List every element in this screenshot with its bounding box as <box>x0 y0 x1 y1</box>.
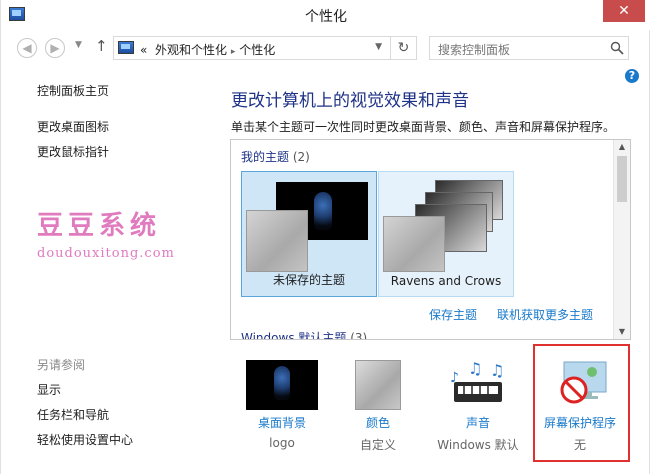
svg-text:♫: ♫ <box>468 360 482 378</box>
personalization-window: 个性化 ✕ ◀ ▶ ▼ ↑ « 外观和个性化 ▸ 个性化 ▼ ↻ 搜索控制面板 <box>0 0 650 474</box>
theme-ravens-and-crows[interactable]: Ravens and Crows <box>378 171 514 297</box>
skull-wallpaper-icon <box>274 366 290 400</box>
default-themes-count: (3) <box>350 331 368 340</box>
my-themes-heading: 我的主题 (2) <box>241 148 310 165</box>
taskbar-navigation-link[interactable]: 任务栏和导航 <box>37 406 109 423</box>
breadcrumb-appearance[interactable]: 外观和个性化 <box>155 43 227 57</box>
recent-locations-dropdown[interactable]: ▼ <box>75 40 82 50</box>
breadcrumb-overflow[interactable]: « <box>140 43 147 57</box>
ease-of-access-link[interactable]: 轻松使用设置中心 <box>37 431 133 448</box>
color-tile[interactable]: 颜色 自定义 <box>333 352 423 456</box>
control-panel-home-link[interactable]: 控制面板主页 <box>37 82 109 99</box>
forward-button[interactable]: ▶ <box>45 38 65 58</box>
help-icon[interactable]: ? <box>625 69 639 83</box>
change-desktop-icons-link[interactable]: 更改桌面图标 <box>37 118 109 135</box>
svg-text:♫: ♫ <box>490 361 504 380</box>
breadcrumb-personalization[interactable]: 个性化 <box>239 43 275 57</box>
windows-default-themes-heading: Windows 默认主题 (3) <box>241 329 368 340</box>
default-themes-label: Windows 默认主题 <box>241 331 347 340</box>
tile-value: Windows 默认 <box>437 438 519 452</box>
desktop-background-tile[interactable]: 桌面背景 logo <box>237 352 327 456</box>
skull-wallpaper-icon <box>314 192 332 230</box>
get-more-themes-link[interactable]: 联机获取更多主题 <box>497 306 593 323</box>
refresh-icon[interactable]: ↻ <box>390 37 416 59</box>
theme-list-scrollbar[interactable]: ▲ ▼ <box>613 140 630 339</box>
up-button[interactable]: ↑ <box>95 37 108 55</box>
desktop-background-icon <box>246 360 318 410</box>
page-description: 单击某个主题可一次性同时更改桌面背景、颜色、声音和屏幕保护程序。 <box>231 120 616 134</box>
watermark-title: 豆豆系统 <box>37 211 162 241</box>
navigation-row: ◀ ▶ ▼ ↑ « 外观和个性化 ▸ 个性化 ▼ ↻ 搜索控制面板 <box>1 32 650 62</box>
close-button[interactable]: ✕ <box>603 0 645 22</box>
scroll-thumb[interactable] <box>617 156 627 202</box>
tile-value: logo <box>269 436 295 450</box>
search-input[interactable]: 搜索控制面板 <box>429 36 629 60</box>
tile-label: 桌面背景 <box>257 416 306 430</box>
tile-value: 自定义 <box>359 438 396 452</box>
my-themes-label: 我的主题 <box>241 150 290 164</box>
address-bar[interactable]: « 外观和个性化 ▸ 个性化 ▼ ↻ <box>113 36 417 60</box>
control-panel-icon <box>118 41 134 54</box>
back-button[interactable]: ◀ <box>17 38 37 58</box>
page-title: 更改计算机上的视觉效果和声音 <box>231 91 469 111</box>
svg-text:♪: ♪ <box>450 370 459 386</box>
breadcrumb-separator-icon[interactable]: ▸ <box>231 47 236 57</box>
title-bar: 个性化 ✕ <box>1 0 650 30</box>
search-placeholder: 搜索控制面板 <box>438 43 511 57</box>
theme-label: 未保存的主题 <box>272 273 345 287</box>
color-icon <box>355 360 401 410</box>
theme-preview-window <box>246 210 308 272</box>
tile-label: 颜色 <box>365 416 390 430</box>
theme-label: Ravens and Crows <box>390 274 502 288</box>
address-dropdown-icon[interactable]: ▼ <box>375 42 382 52</box>
my-themes-count: (2) <box>292 150 310 164</box>
save-theme-link[interactable]: 保存主题 <box>429 306 477 323</box>
tile-label: 声音 <box>465 416 490 430</box>
theme-unsaved[interactable]: 未保存的主题 <box>241 171 377 297</box>
theme-list: 我的主题 (2) 未保存的主题 Ravens and Crows 保存主题 联机… <box>230 139 631 340</box>
see-also-heading: 另请参阅 <box>37 358 86 372</box>
sound-icon: ♪ ♫ ♫ <box>450 360 504 402</box>
theme-preview-window <box>383 216 445 272</box>
watermark-url: doudouxitong.com <box>37 246 175 261</box>
scroll-down-icon[interactable]: ▼ <box>614 325 630 339</box>
breadcrumb: « 外观和个性化 ▸ 个性化 <box>140 41 275 58</box>
sound-tile[interactable]: ♪ ♫ ♫ 声音 Windows 默认 <box>433 352 523 456</box>
change-mouse-pointers-link[interactable]: 更改鼠标指针 <box>37 143 109 160</box>
scroll-up-icon[interactable]: ▲ <box>614 140 630 154</box>
search-icon[interactable] <box>610 41 624 55</box>
display-link[interactable]: 显示 <box>37 381 61 398</box>
screensaver-highlight-box <box>533 344 630 462</box>
window-title: 个性化 <box>305 9 347 25</box>
